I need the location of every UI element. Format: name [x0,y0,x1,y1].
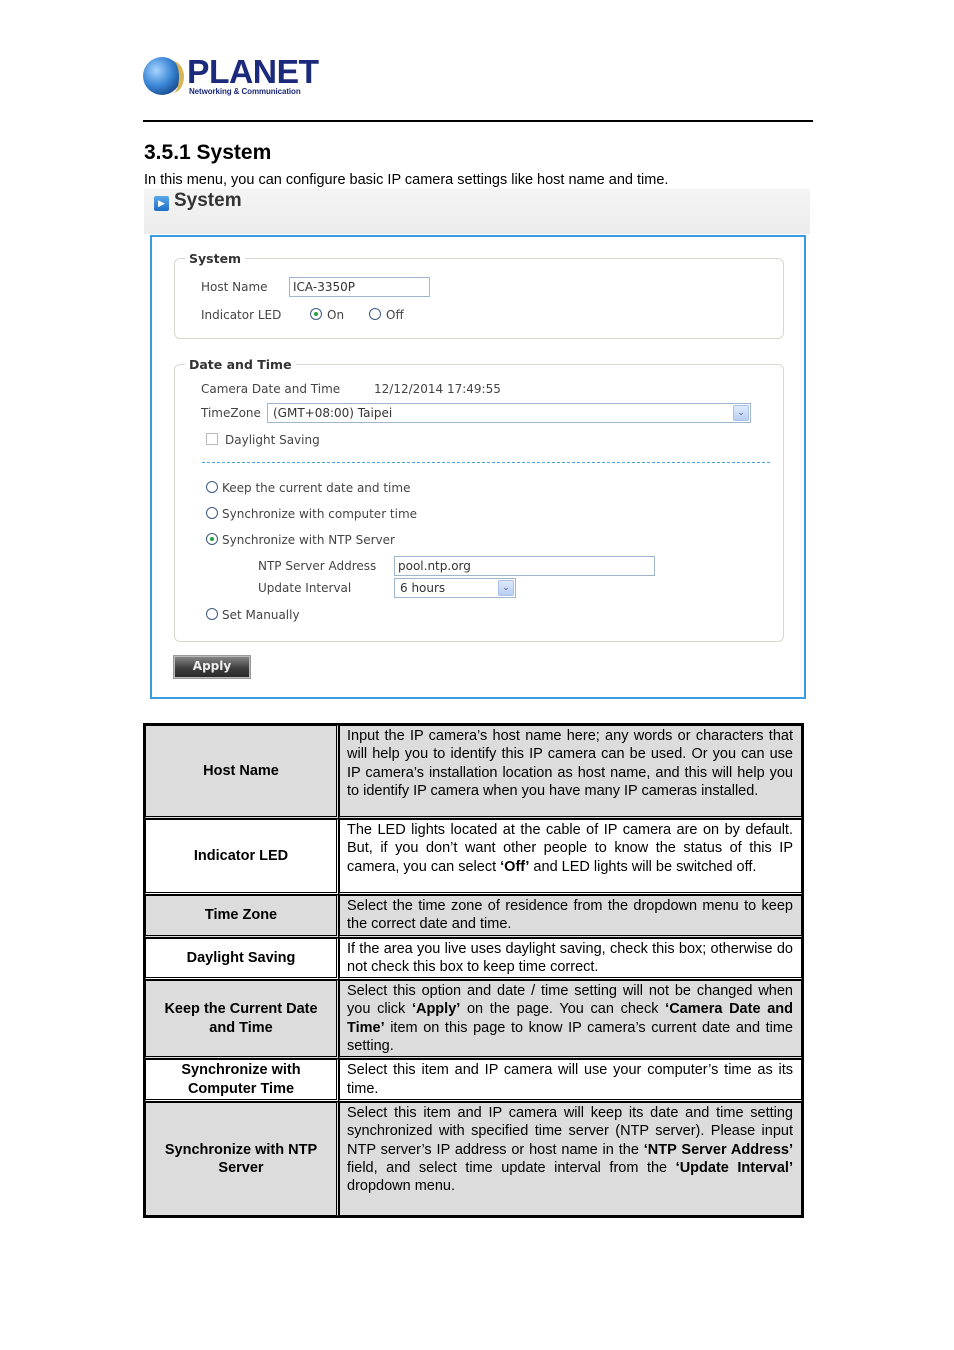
chevron-down-icon: ⌄ [498,580,514,596]
bold-term: ‘Update Interval’ [675,1159,793,1176]
globe-logo-icon [143,57,184,95]
date-time-group: Date and Time [174,357,784,642]
dashed-divider [202,462,770,463]
timezone-select[interactable]: (GMT+08:00) Taipei ⌄ [267,403,751,423]
description-text: and LED lights will be switched off. [529,858,757,875]
keep-current-label: Keep the current date and time [222,481,411,495]
table-row: Synchronize with Computer Time Select thi… [145,1059,802,1102]
timezone-value: (GMT+08:00) Taipei [273,406,393,420]
table-description-cell: Select the time zone of residence from t… [339,895,802,938]
table-description-cell: Select this option and date / time setti… [339,980,802,1060]
panel-title: System [174,190,242,211]
description-text: dropdown menu. [347,1178,456,1195]
table-key-cell: Host Name [145,725,339,819]
header-divider [143,120,813,122]
update-interval-value: 6 hours [400,581,446,595]
apply-button[interactable]: Apply [173,655,251,679]
sync-ntp-radio[interactable] [206,533,218,545]
table-row: Synchronize with NTP Server Select this i… [145,1101,802,1216]
daylight-saving-checkbox[interactable] [206,433,218,445]
led-off-label: Off [386,308,404,322]
indicator-led-label: Indicator LED [201,308,282,322]
led-on-radio[interactable] [310,308,322,320]
camera-date-label: Camera Date and Time [201,382,341,396]
table-key-cell: Daylight Saving [145,937,339,981]
timezone-label: TimeZone [201,406,261,420]
chevron-down-icon: ⌄ [733,405,749,421]
table-key-cell: Keep the Current Date and Time [145,980,339,1060]
panel-header: ▶ System [144,189,810,234]
table-description-cell: If the area you live uses daylight savin… [339,937,802,981]
settings-description-table: Host Name Input the IP camera’s host name… [143,723,804,1218]
set-manually-radio[interactable] [206,608,218,620]
keep-current-radio[interactable] [206,481,218,493]
host-name-input[interactable]: ICA-3350P [289,277,430,297]
set-manually-label: Set Manually [222,608,300,622]
update-interval-select[interactable]: 6 hours ⌄ [394,578,516,598]
led-on-label: On [327,308,345,322]
table-key-cell: Synchronize with NTP Server [145,1101,339,1216]
table-description-cell: Select this item and IP camera will keep… [339,1101,802,1216]
table-description-cell: Select this item and IP camera will use … [339,1059,802,1102]
camera-date-value: 12/12/2014 17:49:55 [374,382,501,396]
description-text: Select this item and IP camera will use … [347,1062,793,1097]
table-description-cell: The LED lights located at the cable of I… [339,819,802,895]
description-text: on the page. You can check [460,1001,666,1018]
bold-term: ‘Off’ [500,858,530,875]
table-row: Time Zone Select the time zone of residen… [145,895,802,938]
daylight-saving-label: Daylight Saving [225,433,320,447]
planet-logo: PLANET Networking & Communication [143,55,319,100]
host-name-label: Host Name [201,280,268,294]
sync-computer-radio[interactable] [206,507,218,519]
description-text: field, and select time update interval f… [347,1159,676,1176]
led-off-radio[interactable] [369,308,381,320]
table-description-cell: Input the IP camera’s host name here; an… [339,725,802,819]
bold-term: ‘NTP Server Address’ [643,1141,793,1158]
arrow-right-icon: ▶ [154,196,169,211]
table-row: Indicator LED The LED lights located at t… [145,819,802,895]
table-key-cell: Time Zone [145,895,339,938]
system-settings-panel: System Host Name ICA-3350P Indicator LED… [150,235,806,699]
sync-computer-label: Synchronize with computer time [222,507,418,521]
description-text: item on this page to know IP camera’s cu… [347,1019,793,1055]
description-text: Input the IP camera’s host name here; an… [347,728,793,799]
logo-wordmark: PLANET [187,53,319,90]
table-row: Daylight Saving If the area you live uses… [145,937,802,981]
update-interval-label: Update Interval [258,581,352,595]
date-time-group-legend: Date and Time [189,357,292,372]
logo-tagline: Networking & Communication [189,87,301,96]
ntp-server-label: NTP Server Address [258,559,377,573]
system-group: System [174,251,784,339]
bold-term: ‘Apply’ [411,1001,461,1018]
table-row: Host Name Input the IP camera’s host name… [145,725,802,819]
section-intro: In this menu, you can configure basic IP… [144,172,669,188]
sync-ntp-label: Synchronize with NTP Server [222,533,395,547]
description-text: If the area you live uses daylight savin… [347,940,793,975]
ntp-server-input[interactable]: pool.ntp.org [394,556,655,576]
system-group-legend: System [189,251,242,266]
table-row: Keep the Current Date and Time Select thi… [145,980,802,1060]
section-title: 3.5.1 System [144,141,272,164]
table-key-cell: Synchronize with Computer Time [145,1059,339,1102]
table-key-cell: Indicator LED [145,819,339,895]
description-text: Select the time zone of residence from t… [347,898,793,933]
